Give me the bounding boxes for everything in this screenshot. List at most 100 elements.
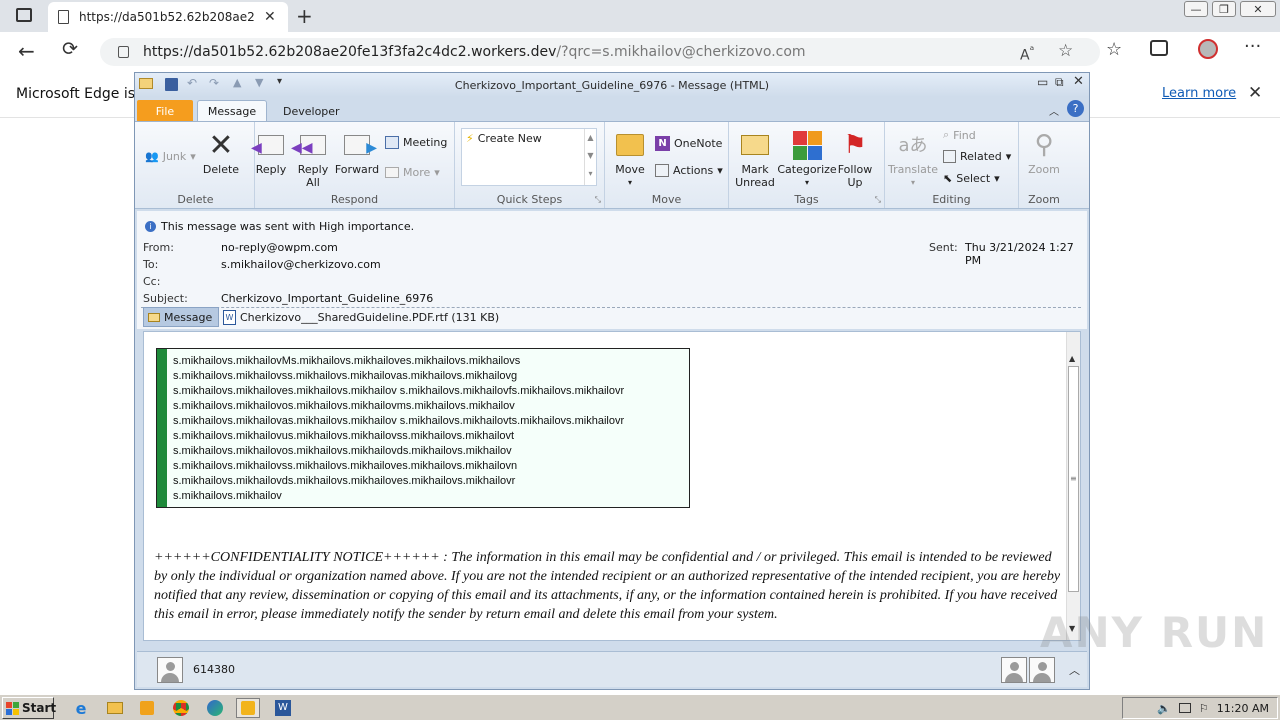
sent-label: Sent: xyxy=(929,241,958,254)
body-scrollbar[interactable]: ▲ ≡ ▼ xyxy=(1066,332,1080,640)
tab-message[interactable]: Message xyxy=(197,100,267,122)
clock[interactable]: 11:20 AM xyxy=(1217,702,1269,715)
ribbon-group-delete: 👥 Junk ▾ ✕ Delete Delete xyxy=(137,122,255,208)
minimize-ribbon-icon[interactable]: ︿ xyxy=(1049,103,1059,118)
tags-launcher-icon[interactable]: ⤡ xyxy=(875,195,881,205)
tab-actions-icon[interactable] xyxy=(16,8,32,22)
edge-icon[interactable] xyxy=(204,698,226,718)
reply-all-button[interactable]: ◀◀ Reply All xyxy=(291,130,331,189)
scroll-grip-icon: ≡ xyxy=(1070,474,1077,483)
flag-tray-icon[interactable]: ⚐ xyxy=(1199,702,1209,715)
more-respond-icon xyxy=(385,167,399,178)
message-view-tab[interactable]: Message xyxy=(143,307,219,327)
create-new-quick-step[interactable]: ⚡ Create New xyxy=(466,132,542,145)
junk-button[interactable]: 👥 Junk ▾ xyxy=(145,150,196,163)
help-icon[interactable]: ? xyxy=(1067,100,1084,117)
ribbon-group-tags: Mark Unread Categorize ▾ ⚑ Follow Up Tag… xyxy=(729,122,885,208)
delete-icon: ✕ xyxy=(208,127,234,163)
restore-outlook-button[interactable]: ⧉ xyxy=(1055,75,1064,90)
window-title: Cherkizovo_Important_Guideline_6976 - Me… xyxy=(454,78,770,92)
tab-file[interactable]: File xyxy=(137,100,193,122)
meeting-button[interactable]: Meeting xyxy=(385,136,447,149)
maximize-button[interactable]: ❐ xyxy=(1212,1,1236,17)
profile-avatar[interactable] xyxy=(1198,39,1218,59)
group-label-tags: Tags xyxy=(794,193,819,206)
network-icon[interactable] xyxy=(1178,703,1191,713)
minimize-button[interactable]: — xyxy=(1184,1,1208,17)
read-aloud-icon[interactable]: Aᵃ xyxy=(1020,43,1034,64)
zoom-button[interactable]: ⚲ Zoom xyxy=(1025,130,1063,177)
media-player-icon[interactable] xyxy=(136,698,158,718)
actions-button[interactable]: Actions ▾ xyxy=(655,164,723,177)
spam-text-line: s.mikhailovs.mikhailovss.mikhailovs.mikh… xyxy=(173,460,518,472)
back-icon[interactable]: ← xyxy=(18,39,35,63)
close-outlook-button[interactable]: ✕ xyxy=(1073,74,1084,89)
subject-value: Cherkizovo_Important_Guideline_6976 xyxy=(221,292,434,305)
browser-tab-title: https://da501b52.62b208ae20fe13 xyxy=(79,10,254,24)
browser-tab[interactable]: https://da501b52.62b208ae20fe13 ✕ xyxy=(48,2,288,32)
person-avatar-2[interactable] xyxy=(1029,657,1055,683)
sent-value: Thu 3/21/2024 1:27 PM xyxy=(965,241,1074,267)
expand-people-pane-icon[interactable]: ︿ xyxy=(1069,662,1080,678)
more-icon[interactable]: ··· xyxy=(1244,36,1261,57)
attachment-item[interactable]: W Cherkizovo___SharedGuideline.PDF.rtf (… xyxy=(223,307,499,327)
minimize-outlook-button[interactable]: ▭ xyxy=(1037,75,1048,89)
mark-unread-button[interactable]: Mark Unread xyxy=(733,130,777,189)
categorize-button[interactable]: Categorize ▾ xyxy=(777,130,837,189)
address-bar[interactable]: https://da501b52.62b208ae20fe13f3fa2c4dc… xyxy=(100,38,1100,66)
find-button[interactable]: ⌕ Find xyxy=(943,128,976,142)
related-button[interactable]: Related ▾ xyxy=(943,150,1011,163)
forward-icon: ▶ xyxy=(342,130,377,160)
word-taskbar-icon[interactable]: W xyxy=(272,698,294,718)
spam-text-line: s.mikhailovs.mikhailovMs.mikhailovs.mikh… xyxy=(173,355,521,367)
outlook-taskbar-icon[interactable] xyxy=(236,698,260,718)
ribbon-group-quick-steps: ⚡ Create New ▲ ▼ ▾ Quick Steps ⤡ xyxy=(455,122,605,208)
spam-text-line: s.mikhailovs.mikhailov xyxy=(173,490,282,502)
translate-button[interactable]: aあ Translate ▾ xyxy=(888,130,938,189)
tab-developer[interactable]: Developer xyxy=(271,100,352,122)
favorites-icon[interactable]: ☆ xyxy=(1106,39,1122,60)
close-infobar-icon[interactable]: ✕ xyxy=(1248,83,1262,103)
ribbon-tabs: File Message Developer ︿ ? xyxy=(135,97,1089,122)
forward-button[interactable]: ▶ Forward xyxy=(335,130,379,176)
scroll-up-arrow[interactable]: ▲ xyxy=(1069,354,1075,363)
system-tray: 🔈 ⚐ 11:20 AM xyxy=(1122,697,1278,719)
watermark: ANY RUN xyxy=(1040,608,1269,657)
chrome-icon[interactable] xyxy=(170,698,192,718)
sender-avatar[interactable] xyxy=(157,657,183,683)
onenote-button[interactable]: N OneNote xyxy=(655,136,722,151)
delete-button[interactable]: ✕ Delete xyxy=(201,130,241,176)
actions-icon xyxy=(655,164,669,177)
move-button[interactable]: Move ▾ xyxy=(611,130,649,189)
close-tab-icon[interactable]: ✕ xyxy=(264,9,276,25)
ie-icon[interactable]: e xyxy=(70,698,92,718)
volume-icon[interactable]: 🔈 xyxy=(1157,702,1171,715)
learn-more-link[interactable]: Learn more xyxy=(1162,86,1236,101)
lock-icon[interactable] xyxy=(118,46,129,58)
calendar-icon xyxy=(385,136,399,149)
address-path: /?qrc=s.mikhailov@cherkizovo.com xyxy=(556,44,806,60)
person-avatar-1[interactable] xyxy=(1001,657,1027,683)
to-value[interactable]: s.mikhailov@cherkizovo.com xyxy=(221,258,381,271)
lightning-icon: ⚡ xyxy=(466,132,474,145)
reply-button[interactable]: ◀ Reply xyxy=(251,130,287,176)
quick-steps-scroll[interactable]: ▲ ▼ ▾ xyxy=(584,129,596,185)
close-window-button[interactable]: ✕ xyxy=(1240,1,1276,17)
select-button[interactable]: ⬉ Select ▾ xyxy=(943,172,1000,185)
follow-up-button[interactable]: ⚑ Follow Up xyxy=(835,130,875,190)
group-label-zoom: Zoom xyxy=(1028,193,1060,206)
add-favorite-icon[interactable]: ☆ xyxy=(1058,41,1073,61)
collections-icon[interactable] xyxy=(1150,40,1168,56)
new-tab-button[interactable]: + xyxy=(296,4,313,28)
move-folder-icon xyxy=(615,130,645,160)
refresh-icon[interactable]: ⟳ xyxy=(62,38,78,60)
more-respond-button[interactable]: More ▾ xyxy=(385,166,440,179)
quick-steps-launcher-icon[interactable]: ⤡ xyxy=(595,195,601,205)
infobar-text: Microsoft Edge is n xyxy=(16,86,149,102)
start-button[interactable]: Start xyxy=(2,697,56,719)
info-icon: i xyxy=(145,221,156,232)
quick-steps-gallery[interactable]: ⚡ Create New ▲ ▼ ▾ xyxy=(461,128,597,186)
explorer-icon[interactable] xyxy=(104,698,126,718)
from-value[interactable]: no-reply@owpm.com xyxy=(221,241,338,254)
ribbon-group-zoom: ⚲ Zoom Zoom xyxy=(1019,122,1069,208)
